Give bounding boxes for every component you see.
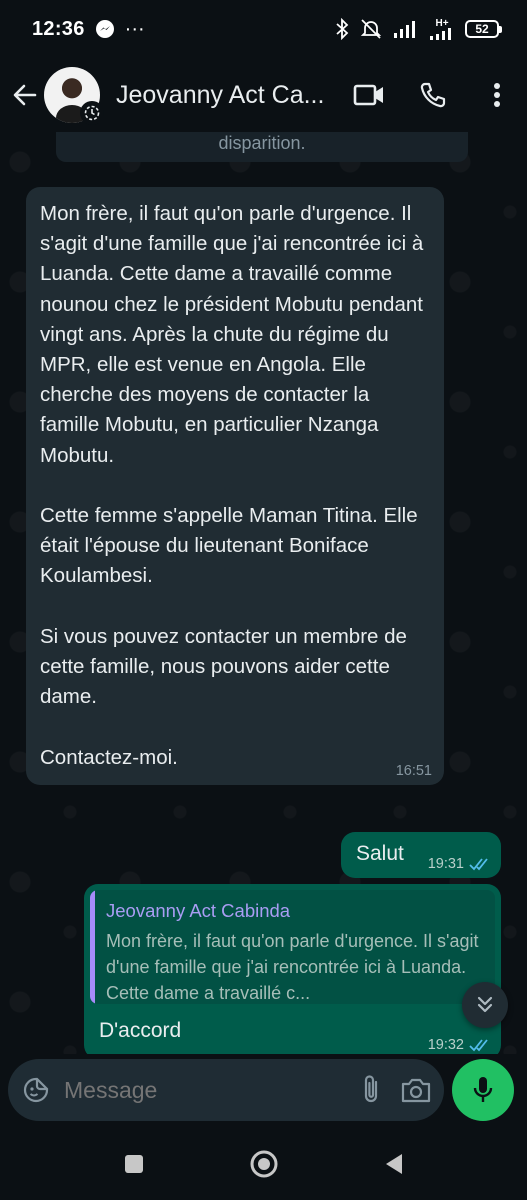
message-composer: [0, 1054, 527, 1128]
message-input-container[interactable]: [8, 1059, 444, 1121]
emoji-button[interactable]: [22, 1070, 50, 1110]
phone-icon: [420, 82, 446, 108]
status-bar: 12:36 ··· H+ 52: [0, 0, 527, 58]
video-camera-icon: [353, 84, 383, 106]
arrow-left-icon: [13, 84, 37, 106]
scroll-to-bottom-button[interactable]: [462, 982, 508, 1028]
menu-button[interactable]: [479, 77, 515, 113]
kebab-menu-icon: [494, 83, 500, 107]
outgoing-reply-text: D'accord: [99, 1019, 182, 1042]
quoted-message[interactable]: Jeovanny Act Cabinda Mon frère, il faut …: [90, 890, 495, 1004]
camera-icon: [401, 1078, 431, 1103]
outgoing-reply-time: 19:32: [427, 1037, 464, 1053]
chat-area[interactable]: disparition. Mon frère, il faut qu'on pa…: [0, 132, 527, 1054]
paperclip-icon: [364, 1075, 378, 1103]
incoming-message[interactable]: Mon frère, il faut qu'on parle d'urgence…: [26, 187, 444, 785]
back-button[interactable]: [10, 75, 40, 115]
back-nav-button[interactable]: [374, 1144, 414, 1184]
incoming-message-time: 16:51: [395, 762, 432, 779]
silent-bell-icon: [359, 17, 383, 41]
voice-call-button[interactable]: [415, 77, 451, 113]
outgoing-message[interactable]: Salut 19:31: [341, 832, 501, 878]
status-time: 12:36: [32, 17, 85, 40]
double-check-icon: [469, 1039, 488, 1052]
outgoing-reply-message[interactable]: Jeovanny Act Cabinda Mon frère, il faut …: [84, 884, 501, 1054]
attach-button[interactable]: [360, 1070, 382, 1110]
double-chevron-down-icon: [477, 996, 493, 1013]
microphone-icon: [473, 1077, 493, 1102]
contact-avatar[interactable]: [44, 67, 104, 125]
double-check-icon: [469, 858, 488, 871]
signal-icon: [393, 19, 419, 39]
incoming-message-text: Mon frère, il faut qu'on parle d'urgence…: [40, 202, 424, 769]
system-message: disparition.: [56, 132, 468, 162]
sticker-icon: [23, 1077, 49, 1103]
bluetooth-icon: [335, 18, 349, 40]
outgoing-message-time: 19:31: [427, 856, 464, 872]
home-button[interactable]: [244, 1144, 284, 1184]
video-call-button[interactable]: [351, 77, 387, 113]
network-type-label: H+: [435, 17, 449, 29]
timer-icon: [80, 101, 104, 125]
status-more: ···: [124, 17, 145, 40]
quoted-author: Jeovanny Act Cabinda: [106, 900, 291, 921]
messenger-icon: [95, 19, 115, 39]
quoted-text: Mon frère, il faut qu'on parle d'urgence…: [106, 931, 479, 1003]
square-icon: [124, 1155, 143, 1173]
outgoing-message-text: Salut: [356, 842, 404, 865]
voice-record-button[interactable]: [452, 1059, 514, 1121]
network-type-icon: H+: [429, 17, 455, 40]
home-circle-icon: [250, 1150, 277, 1178]
camera-button[interactable]: [400, 1070, 432, 1110]
system-navigation-bar: [0, 1128, 527, 1200]
recents-button[interactable]: [114, 1144, 154, 1184]
triangle-back-icon: [385, 1154, 402, 1174]
quote-bar: [90, 890, 95, 1004]
battery-indicator: 52: [465, 20, 502, 38]
chat-header: Jeovanny Act Ca...: [0, 58, 527, 132]
contact-name[interactable]: Jeovanny Act Ca...: [116, 81, 338, 110]
message-input[interactable]: [64, 1076, 360, 1104]
